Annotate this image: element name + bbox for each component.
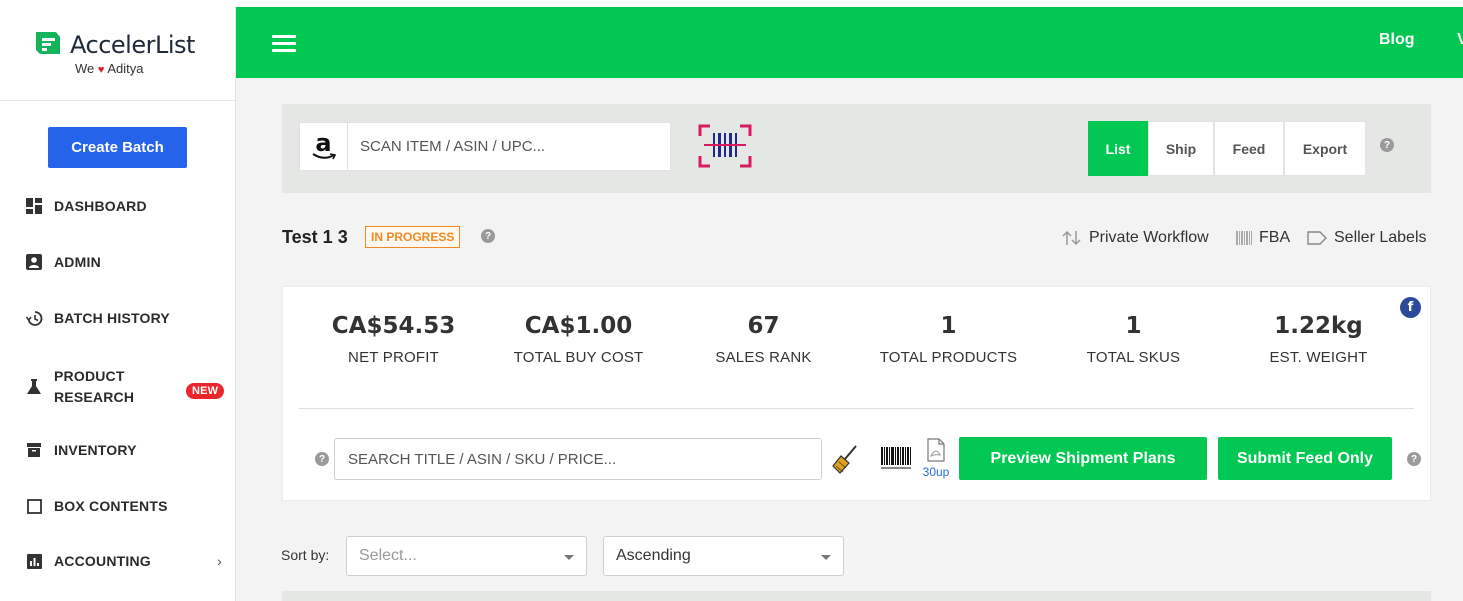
history-icon	[25, 309, 43, 327]
barcode-scanner-icon[interactable]	[698, 124, 752, 168]
bar-chart-icon	[25, 552, 43, 570]
menu-icon[interactable]	[272, 35, 296, 53]
pdf-30up-link[interactable]: 30up	[920, 438, 952, 479]
search-box	[334, 438, 822, 480]
batch-title: Test 1 3	[282, 227, 348, 247]
sidebar-item-batch-history[interactable]: BATCH HISTORY	[0, 309, 236, 327]
create-batch-button[interactable]: Create Batch	[48, 127, 187, 168]
tab-ship[interactable]: Ship	[1148, 121, 1214, 176]
square-icon	[25, 497, 43, 515]
scan-input[interactable]	[349, 123, 669, 170]
sidebar-item-dashboard[interactable]: DASHBOARD	[0, 197, 236, 215]
topbar-link-truncated[interactable]: V	[1457, 31, 1463, 49]
sidebar-item-label: BATCH HISTORY	[54, 310, 170, 326]
mode-segment: List Ship Feed Export	[1088, 121, 1366, 176]
chevron-right-icon: ›	[217, 553, 222, 569]
barcode-print-icon[interactable]	[881, 447, 913, 471]
archive-icon	[25, 441, 43, 459]
table-header-strip	[282, 591, 1431, 601]
help-icon[interactable]: ?	[1380, 138, 1394, 152]
tag-icon	[1307, 231, 1327, 245]
chevron-down-icon	[821, 555, 831, 560]
chevron-down-icon	[564, 555, 574, 560]
preview-shipment-plans-button[interactable]: Preview Shipment Plans	[959, 437, 1207, 480]
stat-sales-rank: 67 SALES RANK	[715, 313, 812, 366]
sidebar-item-inventory[interactable]: INVENTORY	[0, 441, 236, 459]
heart-icon: ♥	[97, 64, 105, 76]
fba-link[interactable]: FBA	[1236, 229, 1290, 247]
help-icon[interactable]: ?	[315, 452, 329, 466]
sort-label: Sort by:	[281, 547, 330, 563]
tab-feed[interactable]: Feed	[1214, 121, 1284, 176]
stat-total-products: 1 TOTAL PRODUCTS	[879, 313, 1018, 366]
sidebar-item-label: BOX CONTENTS	[54, 498, 168, 514]
stat-total-skus: 1 TOTAL SKUS	[1086, 313, 1181, 366]
seller-labels-link[interactable]: Seller Labels	[1307, 229, 1427, 247]
help-icon[interactable]: ?	[1407, 452, 1421, 466]
flask-icon	[25, 378, 43, 396]
sort-order-select[interactable]: Ascending	[603, 536, 844, 576]
sidebar-item-box-contents[interactable]: BOX CONTENTS	[0, 497, 236, 515]
user-box-icon	[25, 253, 43, 271]
sidebar-item-admin[interactable]: ADMIN	[0, 253, 236, 271]
submit-feed-only-button[interactable]: Submit Feed Only	[1218, 437, 1392, 480]
divider	[299, 408, 1414, 409]
accelerlist-logo-icon	[36, 32, 60, 54]
search-input[interactable]	[335, 439, 821, 479]
blog-link[interactable]: Blog	[1379, 31, 1415, 49]
stat-net-profit: CA$54.53 NET PROFIT	[331, 313, 456, 366]
scan-panel: a List Ship Feed Export ?	[282, 104, 1431, 193]
broom-icon[interactable]	[831, 444, 859, 474]
dashboard-icon	[25, 197, 43, 215]
brand[interactable]: AccelerList We ♥ Aditya	[0, 7, 235, 101]
top-strip	[0, 0, 1463, 7]
facebook-icon[interactable]: f	[1400, 297, 1421, 318]
sidebar-item-label: ADMIN	[54, 254, 101, 270]
stat-est-weight: 1.22kg EST. WEIGHT	[1269, 313, 1368, 366]
sort-field-select[interactable]: Select...	[346, 536, 587, 576]
sidebar-item-label: INVENTORY	[54, 442, 137, 458]
tab-list[interactable]: List	[1088, 121, 1148, 176]
sidebar-item-label: DASHBOARD	[54, 198, 147, 214]
tab-export[interactable]: Export	[1284, 121, 1366, 176]
pdf-icon	[927, 438, 945, 462]
sidebar-item-label: PRODUCT RESEARCH	[54, 368, 135, 405]
swap-vertical-icon	[1062, 230, 1082, 246]
scan-box: a	[299, 122, 671, 171]
help-icon[interactable]: ?	[481, 229, 495, 243]
amazon-icon: a	[300, 123, 348, 170]
stat-total-buy-cost: CA$1.00 TOTAL BUY COST	[513, 313, 644, 366]
sidebar: AccelerList We ♥ Aditya Create Batch DAS…	[0, 7, 236, 601]
brand-name: AccelerList	[70, 31, 195, 59]
new-badge: NEW	[186, 383, 225, 399]
brand-tagline: We ♥ Aditya	[75, 61, 144, 76]
status-badge: IN PROGRESS	[365, 226, 461, 248]
top-bar: Blog V	[236, 7, 1463, 78]
barcode-icon	[1236, 231, 1252, 245]
private-workflow-link[interactable]: Private Workflow	[1062, 229, 1209, 247]
stats-card: CA$54.53 NET PROFIT CA$1.00 TOTAL BUY CO…	[282, 286, 1431, 501]
sidebar-item-accounting[interactable]: ACCOUNTING ›	[0, 552, 236, 570]
sidebar-item-label: ACCOUNTING	[54, 553, 151, 569]
sidebar-item-product-research[interactable]: PRODUCT RESEARCH NEW	[0, 367, 236, 407]
